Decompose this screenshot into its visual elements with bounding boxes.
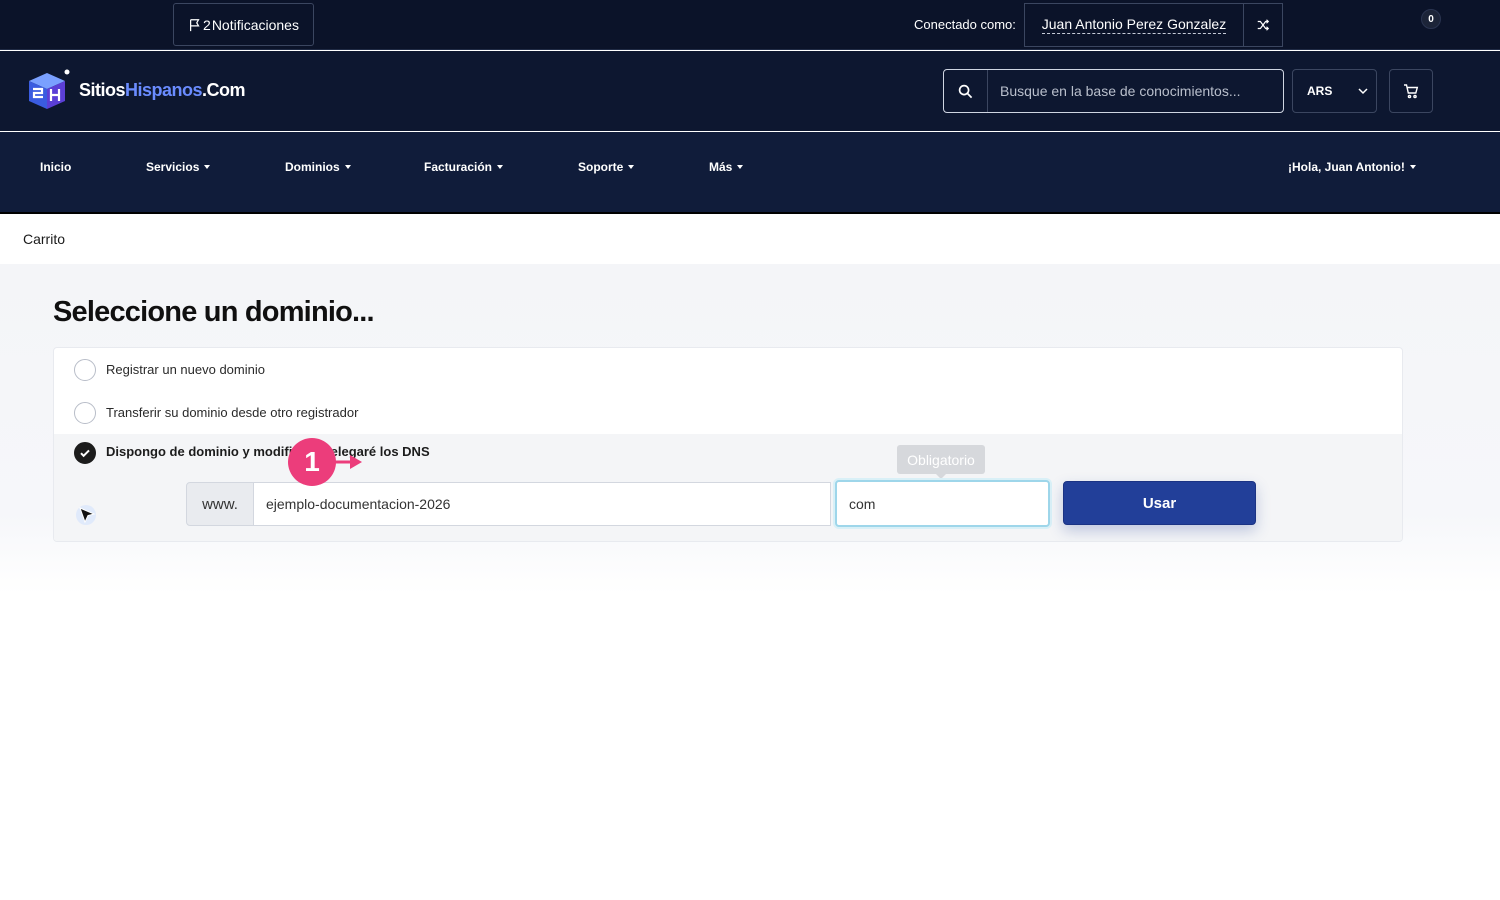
switch-account-button[interactable] — [1243, 3, 1283, 47]
user-name: Juan Antonio Perez Gonzalez — [1041, 16, 1227, 34]
account-user-link[interactable]: Juan Antonio Perez Gonzalez — [1024, 3, 1244, 47]
breadcrumb: Carrito — [23, 231, 66, 247]
main-nav: Inicio Servicios Dominios Facturación So… — [0, 132, 1500, 214]
option-label: Registrar un nuevo dominio — [106, 362, 265, 377]
currency-select[interactable]: ARS — [1292, 69, 1377, 113]
main-content: Seleccione un dominio... Registrar un nu… — [0, 264, 1500, 900]
option-transfer-domain[interactable]: Transferir su dominio desde otro registr… — [54, 391, 1402, 434]
option-label: Transferir su dominio desde otro registr… — [106, 405, 359, 420]
nav-user-menu[interactable]: ¡Hola, Juan Antonio! — [1288, 160, 1416, 174]
caret-down-icon — [1409, 165, 1416, 169]
page-title: Seleccione un dominio... — [53, 296, 375, 328]
caret-down-icon — [204, 165, 211, 169]
currency-value: ARS — [1307, 84, 1333, 98]
option-label: Dispongo de dominio y modificaré/delegar… — [106, 444, 430, 459]
logo-text-sitios: Sitios — [79, 79, 126, 100]
check-icon — [80, 449, 90, 458]
breadcrumb-bar: Carrito — [0, 214, 1500, 264]
radio-register[interactable] — [74, 358, 96, 381]
arrow-right-icon — [334, 455, 362, 469]
caret-down-icon — [628, 165, 635, 169]
search-button[interactable] — [944, 70, 988, 112]
knowledgebase-search — [943, 69, 1284, 113]
flag-icon — [190, 18, 200, 31]
use-button[interactable]: Usar — [1063, 481, 1256, 525]
nav-item-inicio[interactable]: Inicio — [40, 160, 71, 174]
user-greeting: ¡Hola, Juan Antonio! — [1288, 160, 1405, 174]
option-own-domain[interactable]: Dispongo de dominio y modificaré/delegar… — [54, 434, 1402, 541]
radio-transfer[interactable] — [74, 401, 96, 424]
nav-item-soporte[interactable]: Soporte — [578, 160, 635, 174]
caret-down-icon — [497, 165, 504, 169]
connected-as-label: Conectado como: — [914, 17, 1016, 32]
option-register-domain[interactable]: Registrar un nuevo dominio — [54, 348, 1402, 391]
shuffle-icon — [1257, 19, 1270, 31]
logo-text-com: .Com — [202, 79, 246, 100]
nav-item-dominios[interactable]: Dominios — [285, 160, 351, 174]
nav-item-servicios[interactable]: Servicios — [146, 160, 211, 174]
nav-item-label: Servicios — [146, 160, 200, 174]
nav-item-label: Soporte — [578, 160, 624, 174]
domain-options-card: Registrar un nuevo dominio Transferir su… — [53, 347, 1403, 542]
mouse-cursor-icon — [76, 505, 96, 525]
search-icon — [958, 84, 973, 98]
nav-item-label: Dominios — [285, 160, 340, 174]
notifications-count: 2 — [203, 16, 211, 33]
chevron-down-icon — [1358, 88, 1368, 95]
nav-item-label: Facturación — [424, 160, 493, 174]
notifications-label: Notificaciones — [211, 16, 299, 33]
header: SitiosHispanos.Com ARS — [0, 51, 1500, 131]
step-number-badge: 1 — [288, 438, 336, 486]
tld-input[interactable] — [835, 480, 1050, 527]
caret-down-icon — [344, 165, 351, 169]
logo-cube-icon — [29, 69, 70, 109]
logo[interactable]: SitiosHispanos.Com — [23, 69, 246, 111]
radio-own-domain[interactable] — [74, 442, 96, 464]
cart-count-badge: 0 — [1421, 9, 1441, 29]
required-tooltip: Obligatorio — [897, 445, 985, 479]
logo-text-hispanos: Hispanos — [125, 79, 203, 100]
caret-down-icon — [737, 165, 744, 169]
cart-button[interactable] — [1389, 69, 1433, 113]
notifications-button[interactable]: 2 Notificaciones — [173, 3, 314, 46]
nav-item-mas[interactable]: Más — [709, 160, 744, 174]
logo-text: SitiosHispanos.Com — [79, 79, 246, 101]
www-prefix: www. — [186, 482, 254, 526]
nav-item-facturacion[interactable]: Facturación — [424, 160, 504, 174]
nav-item-label: Más — [709, 160, 733, 174]
search-input[interactable] — [988, 70, 1283, 112]
domain-name-input[interactable] — [253, 482, 831, 526]
top-bar: 2 Notificaciones Conectado como: Juan Ant… — [0, 0, 1500, 50]
nav-item-label: Inicio — [40, 160, 72, 174]
cart-icon — [1404, 84, 1419, 99]
